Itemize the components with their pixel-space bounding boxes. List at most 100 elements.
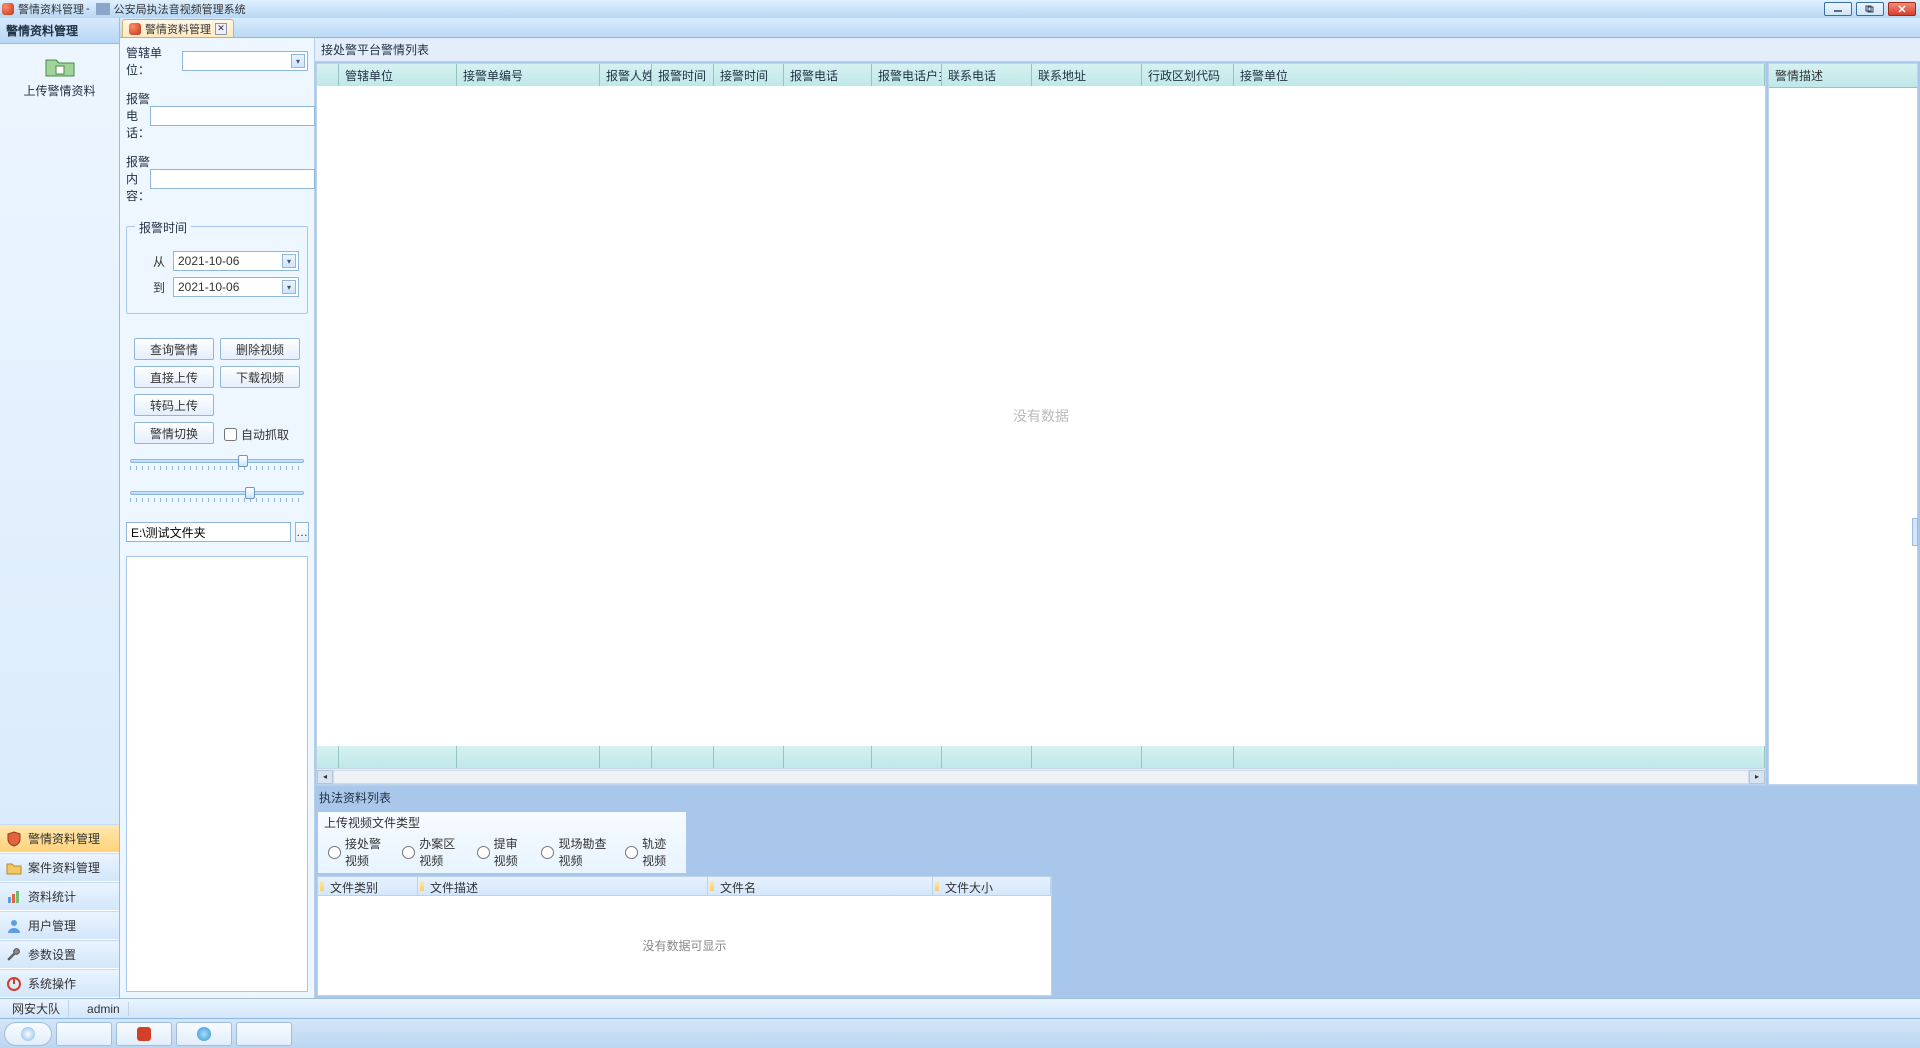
right-splitter-handle[interactable]: [1912, 518, 1918, 546]
radio-track[interactable]: 轨迹视频: [625, 835, 676, 869]
start-button[interactable]: [4, 1022, 52, 1046]
col-phone[interactable]: 报警电话: [784, 64, 872, 86]
path-input[interactable]: [126, 522, 291, 542]
phone-label: 报警电话：: [126, 90, 150, 141]
alert-grid-header: 管辖单位 接警单编号 报警人姓名 报警时间 接警时间 报警电话 报警电话户主 联…: [317, 64, 1765, 86]
taskbar-item-3[interactable]: [176, 1022, 232, 1046]
alert-grid-body: 没有数据: [317, 86, 1765, 746]
radio-reception[interactable]: 接处警视频: [328, 835, 388, 869]
col-contact-addr[interactable]: 联系地址: [1032, 64, 1142, 86]
nav-item-case-data[interactable]: 案件资料管理: [0, 853, 119, 882]
auto-capture-label: 自动抓取: [241, 426, 289, 443]
col-region-code[interactable]: 行政区划代码: [1142, 64, 1234, 86]
switch-alert-button[interactable]: 警情切换: [134, 422, 214, 444]
transcode-upload-button[interactable]: 转码上传: [134, 394, 214, 416]
fcol-type[interactable]: 文件类别: [318, 877, 418, 895]
file-list-body: 没有数据可显示: [317, 896, 1052, 996]
chart-icon: [6, 889, 22, 905]
alarm-content-input[interactable]: [150, 169, 315, 189]
auto-capture-row: 自动抓取: [220, 422, 300, 444]
close-button[interactable]: [1888, 2, 1916, 16]
main-list-title: 接处警平台警情列表: [315, 38, 1920, 62]
slider-2[interactable]: [130, 488, 304, 504]
query-alert-button[interactable]: 查询警情: [134, 338, 214, 360]
window-titlebar: 警情资料管理 - 公安局执法音视频管理系统: [0, 0, 1920, 18]
file-list-header: 文件类别 文件描述 文件名 文件大小: [317, 876, 1052, 896]
empty-text: 没有数据: [1013, 406, 1069, 426]
document-tabstrip: 警情资料管理 ✕: [120, 18, 1920, 38]
date-to-picker[interactable]: 2021-10-06▾: [173, 277, 299, 297]
enforcement-list-title: 执法资料列表: [317, 786, 1918, 809]
col-report-time[interactable]: 报警时间: [652, 64, 714, 86]
nav-item-params[interactable]: 参数设置: [0, 940, 119, 969]
scroll-left-icon[interactable]: ◂: [317, 770, 333, 784]
auto-capture-checkbox[interactable]: [224, 428, 237, 441]
file-empty-text: 没有数据可显示: [642, 937, 726, 954]
alert-desc-header: 警情描述: [1769, 64, 1917, 88]
chevron-down-icon: ▾: [282, 280, 296, 294]
download-video-button[interactable]: 下载视频: [220, 366, 300, 388]
alarm-phone-input[interactable]: [150, 106, 315, 126]
col-receive-unit[interactable]: 接警单位: [1234, 64, 1765, 86]
alert-grid-footer: [317, 746, 1765, 768]
upload-alert-data-label[interactable]: 上传警情资料: [23, 82, 95, 99]
left-nav-header: 警情资料管理: [0, 18, 119, 44]
upload-type-group: 上传视频文件类型 接处警视频 办案区视频 提审视频 现场勘查视频 轨迹视频: [317, 811, 687, 874]
nav-list: 警情资料管理 案件资料管理 资料统计 用户管理 参数设置 系统操作: [0, 824, 119, 998]
app-shield-icon: [2, 3, 14, 15]
nav-label: 系统操作: [28, 975, 76, 992]
tab-alert-data[interactable]: 警情资料管理 ✕: [122, 19, 234, 37]
scroll-right-icon[interactable]: ▸: [1749, 770, 1765, 784]
upload-type-title: 上传视频文件类型: [318, 812, 686, 833]
fcol-name[interactable]: 文件名: [708, 877, 933, 895]
wrench-icon: [6, 947, 22, 963]
radio-casearea[interactable]: 办案区视频: [402, 835, 462, 869]
upload-folder-icon[interactable]: [44, 54, 76, 78]
nav-label: 用户管理: [28, 917, 76, 934]
direct-upload-button[interactable]: 直接上传: [134, 366, 214, 388]
taskbar-item-1[interactable]: [56, 1022, 112, 1046]
nav-label: 资料统计: [28, 888, 76, 905]
browse-path-button[interactable]: …: [295, 522, 309, 542]
alert-grid-hscroll[interactable]: ◂ ▸: [317, 768, 1765, 784]
unit-combo[interactable]: ▾: [182, 51, 308, 71]
nav-item-system[interactable]: 系统操作: [0, 969, 119, 998]
delete-video-button[interactable]: 删除视频: [220, 338, 300, 360]
alert-desc-body: [1769, 88, 1917, 784]
fcol-desc[interactable]: 文件描述: [418, 877, 708, 895]
date-from-picker[interactable]: 2021-10-06▾: [173, 251, 299, 271]
alert-desc-panel: 警情描述: [1768, 63, 1918, 785]
power-icon: [6, 976, 22, 992]
left-nav-pane: 警情资料管理 上传警情资料 警情资料管理 案件资料管理 资料统计 用户管理: [0, 18, 120, 998]
col-receipt-no[interactable]: 接警单编号: [457, 64, 600, 86]
unit-label: 管辖单位：: [126, 44, 182, 78]
col-unit[interactable]: 管辖单位: [339, 64, 457, 86]
radio-scene[interactable]: 现场勘查视频: [541, 835, 611, 869]
col-phone-owner[interactable]: 报警电话户主: [872, 64, 942, 86]
col-receive-time[interactable]: 接警时间: [714, 64, 784, 86]
tab-shield-icon: [129, 23, 141, 35]
nav-item-alert-data[interactable]: 警情资料管理: [0, 824, 119, 853]
maximize-button[interactable]: [1856, 2, 1884, 16]
alert-grid: 管辖单位 接警单编号 报警人姓名 报警时间 接警时间 报警电话 报警电话户主 联…: [316, 63, 1766, 785]
nav-item-user-mgmt[interactable]: 用户管理: [0, 911, 119, 940]
nav-item-statistics[interactable]: 资料统计: [0, 882, 119, 911]
fcol-size[interactable]: 文件大小: [933, 877, 1051, 895]
title-right: 公安局执法音视频管理系统: [114, 1, 246, 17]
slider-1[interactable]: [130, 456, 304, 472]
taskbar-item-2[interactable]: [116, 1022, 172, 1046]
col-reporter[interactable]: 报警人姓名: [600, 64, 652, 86]
taskbar-item-4[interactable]: [236, 1022, 292, 1046]
minimize-button[interactable]: [1824, 2, 1852, 16]
nav-label: 案件资料管理: [28, 859, 100, 876]
date-to-label: 到: [135, 279, 165, 296]
os-taskbar: [0, 1018, 1920, 1048]
tab-close-button[interactable]: ✕: [215, 23, 227, 35]
status-org: 网安大队: [4, 1000, 69, 1017]
col-contact-phone[interactable]: 联系电话: [942, 64, 1032, 86]
status-bar: 网安大队 admin: [0, 998, 1920, 1018]
alarm-time-group: 报警时间 从 2021-10-06▾ 到 2021-10-06▾: [126, 226, 308, 314]
radio-interrogation[interactable]: 提审视频: [477, 835, 528, 869]
status-user: admin: [79, 1002, 129, 1016]
chevron-down-icon: ▾: [291, 54, 305, 68]
